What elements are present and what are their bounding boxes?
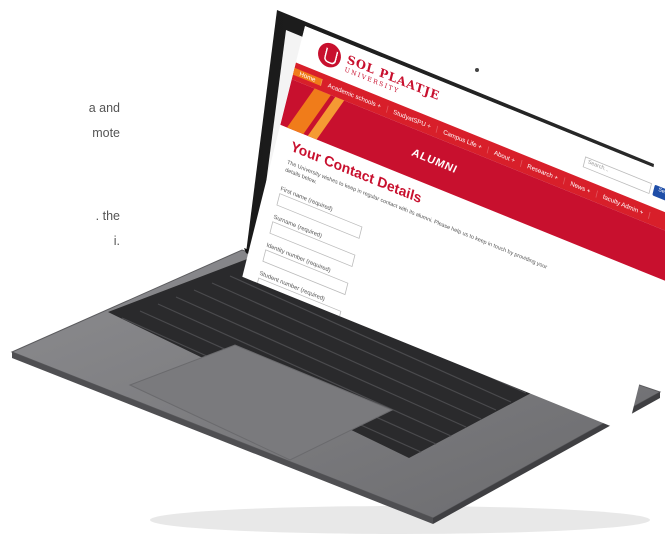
screen-viewport: SOL PLAATJE UNIVERSITY Search... Search … (210, 20, 665, 433)
search-button[interactable]: Search (652, 184, 665, 206)
webcam-icon (475, 68, 479, 72)
page-title: ALUMNI (410, 145, 459, 176)
crest-icon (315, 39, 344, 72)
